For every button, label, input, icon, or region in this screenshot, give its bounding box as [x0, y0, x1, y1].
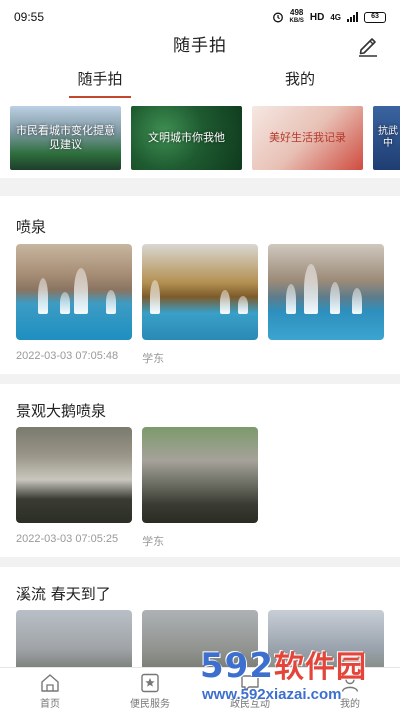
post-author: 学东 — [142, 536, 165, 548]
topic-card[interactable]: 市民看城市变化提意见建议 — [10, 106, 121, 170]
status-icons: 498 KB/S HD 4G 63 — [272, 9, 386, 25]
nav-services-label: 便民服务 — [130, 699, 170, 710]
bottom-nav: 首页 便民服务 政民互动 我的 — [0, 667, 400, 711]
post-photo[interactable] — [142, 244, 258, 340]
nav-home[interactable]: 首页 — [0, 668, 100, 711]
chat-icon — [241, 675, 259, 692]
network-speed-value: 498 — [290, 8, 304, 17]
tab-suishoupai[interactable]: 随手拍 — [0, 62, 200, 98]
topic-list: 市民看城市变化提意见建议 文明城市你我他 美好生活我记录 抗武中 — [10, 106, 400, 170]
edit-button[interactable] — [354, 32, 382, 60]
nav-mine[interactable]: 我的 — [300, 668, 400, 711]
signal-icon — [347, 12, 358, 22]
topic-card[interactable]: 文明城市你我他 — [131, 106, 242, 170]
post-photo[interactable] — [142, 427, 258, 523]
topic-label: 文明城市你我他 — [148, 131, 225, 144]
battery-level: 63 — [371, 12, 379, 20]
post-title: 溪流 春天到了 — [16, 585, 111, 603]
topic-label: 美好生活我记录 — [269, 131, 346, 144]
topic-card[interactable]: 抗武中 — [373, 106, 400, 170]
network-type: 4G — [330, 12, 341, 22]
post-photo[interactable] — [268, 244, 384, 340]
photo-row — [16, 427, 258, 523]
topic-label: 抗武中 — [378, 126, 398, 149]
post-date: 2022-03-03 07:05:25 — [16, 533, 119, 545]
post-date: 2022-03-03 07:05:48 — [16, 350, 119, 362]
post-photo[interactable] — [16, 244, 132, 340]
post-meta: 2022-03-03 07:05:48 学东 — [16, 350, 164, 366]
post-title: 景观大鹅喷泉 — [16, 402, 107, 420]
home-icon — [41, 674, 59, 692]
topic-strip: 市民看城市变化提意见建议 文明城市你我他 美好生活我记录 抗武中 — [0, 98, 400, 178]
nav-interaction[interactable]: 政民互动 — [200, 668, 300, 711]
post-card[interactable]: 喷泉 2022-03-03 07:05:48 学东 — [0, 196, 400, 374]
nav-services[interactable]: 便民服务 — [100, 668, 200, 711]
topic-label: 市民看城市变化提意见建议 — [16, 124, 115, 151]
post-meta: 2022-03-03 07:05:25 学东 — [16, 533, 164, 549]
post-card[interactable]: 景观大鹅喷泉 2022-03-03 07:05:25 学东 — [0, 384, 400, 557]
network-speed: 498 KB/S — [290, 9, 304, 25]
network-speed-unit: KB/S — [289, 18, 304, 24]
tab-bar: 随手拍 我的 — [0, 62, 400, 98]
page-title: 随手拍 — [173, 36, 227, 56]
status-time: 09:55 — [14, 10, 45, 24]
alarm-icon — [272, 12, 283, 23]
post-author: 学东 — [142, 353, 165, 365]
star-bookmark-icon — [141, 673, 159, 693]
status-bar: 09:55 498 KB/S HD 4G 63 — [0, 0, 400, 34]
battery-icon: 63 — [364, 11, 386, 23]
photo-row — [16, 244, 384, 340]
pencil-edit-icon — [359, 38, 377, 57]
post-title: 喷泉 — [16, 218, 47, 236]
post-card[interactable]: 溪流 春天到了 — [0, 567, 400, 706]
tab-mine[interactable]: 我的 — [200, 62, 400, 98]
nav-interaction-label: 政民互动 — [230, 699, 270, 710]
topic-card[interactable]: 美好生活我记录 — [252, 106, 363, 170]
user-icon — [341, 674, 359, 692]
nav-home-label: 首页 — [40, 699, 60, 710]
hd-badge: HD — [309, 11, 325, 23]
post-photo[interactable] — [16, 427, 132, 523]
nav-mine-label: 我的 — [340, 699, 360, 710]
